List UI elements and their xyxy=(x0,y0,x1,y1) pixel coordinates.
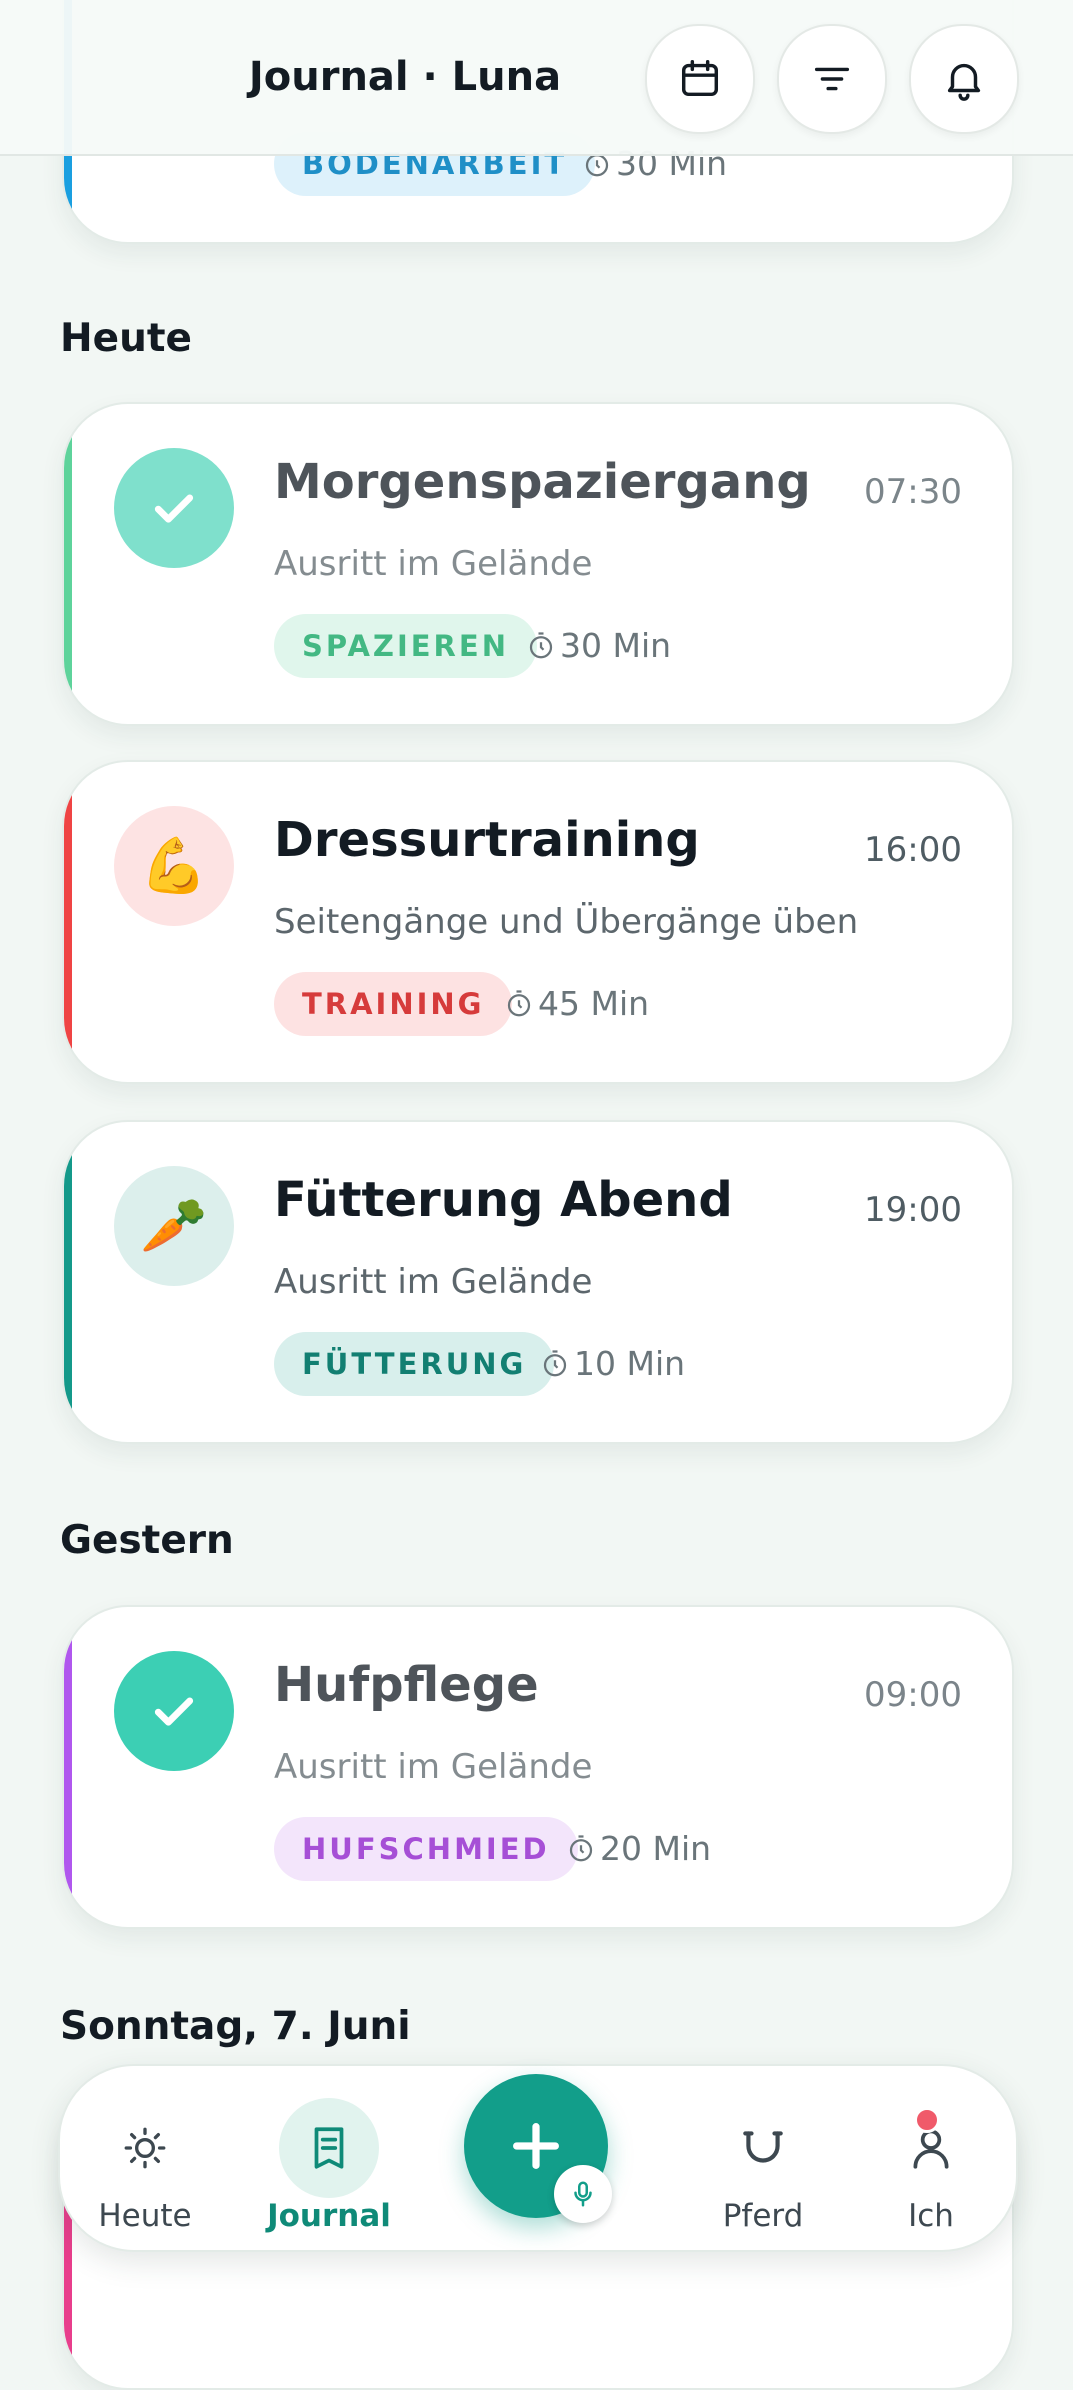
bell-icon xyxy=(947,63,981,101)
entry-time: 07:30 xyxy=(864,472,962,512)
filter-button[interactable] xyxy=(777,24,887,134)
entry-time: 09:00 xyxy=(864,1675,962,1715)
calendar-icon xyxy=(681,60,719,97)
nav-label: Ich xyxy=(908,2198,954,2234)
nav-item-today[interactable]: Heute xyxy=(60,2066,230,2250)
entry-card[interactable]: 🥕 Fütterung Abend 19:00 Ausritt im Gelän… xyxy=(62,1120,1014,1444)
entry-duration: 30 Min xyxy=(526,626,671,665)
card-stripe xyxy=(64,1122,72,1442)
entry-subtitle: Ausritt im Gelände xyxy=(274,1747,593,1787)
entry-tag: TRAINING xyxy=(274,972,513,1036)
entry-tag: SPAZIEREN xyxy=(274,614,537,678)
check-icon xyxy=(154,494,194,523)
entry-duration-text: 30 Min xyxy=(560,626,672,665)
entry-duration-text: 45 Min xyxy=(538,984,650,1023)
entry-tag: HUFSCHMIED xyxy=(274,1817,578,1881)
entry-card[interactable]: 💪 Dressurtraining 16:00 Seitengänge und … xyxy=(62,760,1014,1084)
stopwatch-icon xyxy=(529,631,553,658)
stopwatch-icon xyxy=(569,1834,593,1861)
nav-label: Journal xyxy=(267,2198,391,2234)
section-heading-yesterday: Gestern xyxy=(60,1518,234,1563)
stopwatch-icon xyxy=(543,1349,567,1376)
microphone-icon xyxy=(574,2181,592,2207)
entry-duration-text: 20 Min xyxy=(600,1829,712,1868)
filter-icon xyxy=(814,67,850,91)
check-icon xyxy=(154,1697,194,1726)
completed-check-badge[interactable] xyxy=(114,448,234,568)
entry-subtitle: Seitengänge und Übergänge üben xyxy=(274,902,859,942)
entry-duration: 10 Min xyxy=(540,1344,685,1383)
journal-icon xyxy=(314,2127,344,2169)
notifications-button[interactable] xyxy=(909,24,1019,134)
entry-duration: 20 Min xyxy=(566,1829,711,1868)
app-header: Journal · Luna xyxy=(0,0,1073,156)
stopwatch-icon xyxy=(507,989,531,1016)
voice-input-button[interactable] xyxy=(554,2165,612,2223)
nav-icon-wrapper xyxy=(713,2098,813,2198)
page-title: Journal · Luna xyxy=(248,54,562,100)
entry-card[interactable]: Morgenspaziergang 07:30 Ausritt im Gelän… xyxy=(62,402,1014,726)
entry-time: 16:00 xyxy=(864,830,962,870)
entry-duration: 45 Min xyxy=(504,984,649,1023)
entry-time: 19:00 xyxy=(864,1190,962,1230)
nav-item-horse[interactable]: Pferd xyxy=(678,2066,848,2250)
card-stripe xyxy=(64,1607,72,1927)
entry-card[interactable]: Hufpflege 09:00 Ausritt im Gelände HUFSC… xyxy=(62,1605,1014,1929)
horseshoe-icon xyxy=(743,2131,783,2163)
entry-title: Hufpflege xyxy=(274,1657,539,1713)
entry-tag: FÜTTERUNG xyxy=(274,1332,555,1396)
entry-duration-text: 10 Min xyxy=(574,1344,686,1383)
nav-icon-wrapper xyxy=(279,2098,379,2198)
nav-item-journal[interactable]: Journal xyxy=(244,2066,414,2250)
section-heading-today: Heute xyxy=(60,316,192,361)
nav-label: Pferd xyxy=(722,2198,804,2234)
entry-subtitle: Ausritt im Gelände xyxy=(274,544,593,584)
entry-title: Morgenspaziergang xyxy=(274,454,811,510)
section-heading-date: Sonntag, 7. Juni xyxy=(60,2004,411,2049)
nav-item-me[interactable]: Ich xyxy=(846,2066,1016,2250)
entry-subtitle: Ausritt im Gelände xyxy=(274,1262,593,1302)
flexed-biceps-icon: 💪 xyxy=(114,806,234,926)
entry-title: Dressurtraining xyxy=(274,812,700,868)
carrot-icon: 🥕 xyxy=(114,1166,234,1286)
calendar-button[interactable] xyxy=(645,24,755,134)
plus-icon xyxy=(513,2123,559,2169)
entry-title: Fütterung Abend xyxy=(274,1172,733,1228)
nav-label: Heute xyxy=(98,2198,192,2234)
card-stripe xyxy=(64,762,72,1082)
card-stripe xyxy=(64,404,72,724)
completed-check-badge[interactable] xyxy=(114,1651,234,1771)
notification-dot xyxy=(914,2107,940,2133)
nav-icon-wrapper xyxy=(95,2098,195,2198)
sun-icon xyxy=(124,2127,166,2169)
